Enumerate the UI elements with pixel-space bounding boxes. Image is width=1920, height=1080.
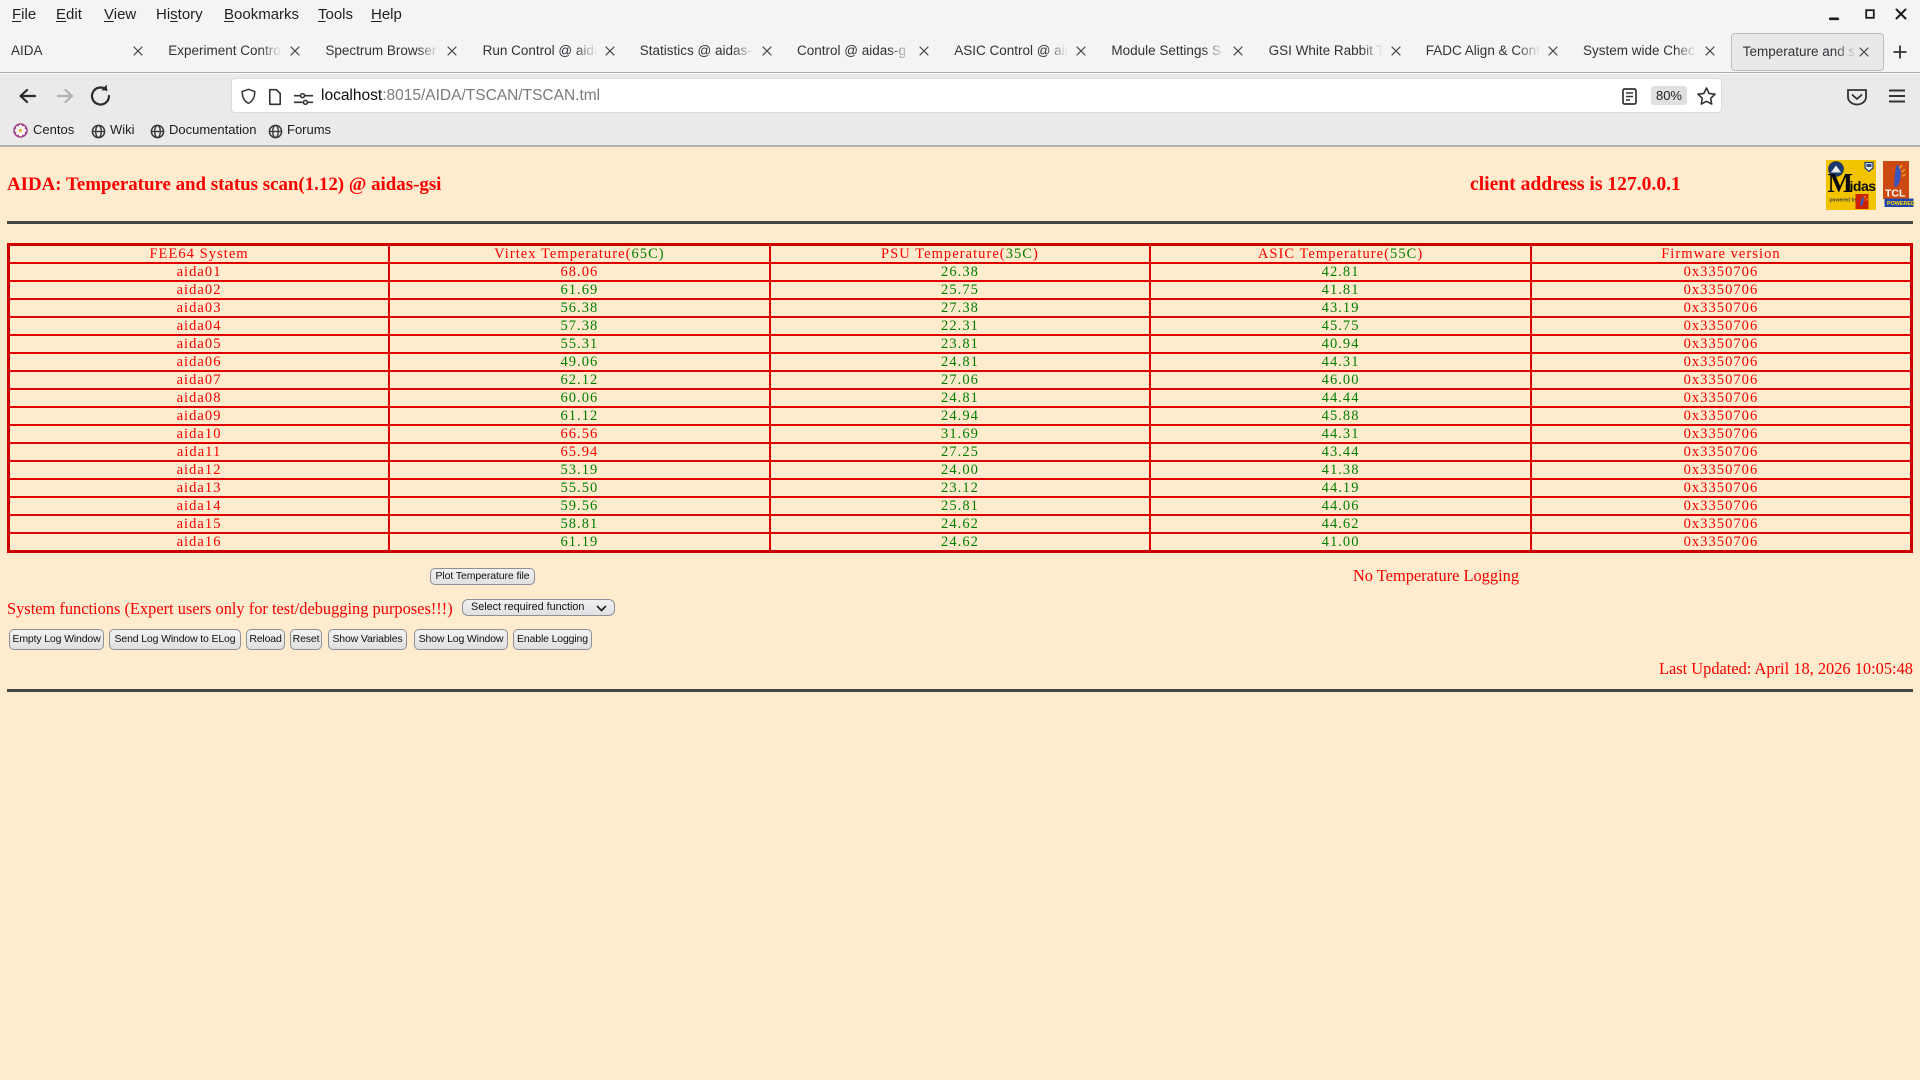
svg-text:TCL: TCL [1885,188,1906,200]
svg-text:powered by: powered by [1830,198,1858,204]
svg-text:idas: idas [1850,178,1877,194]
svg-text:POWERED: POWERED [1887,201,1915,207]
